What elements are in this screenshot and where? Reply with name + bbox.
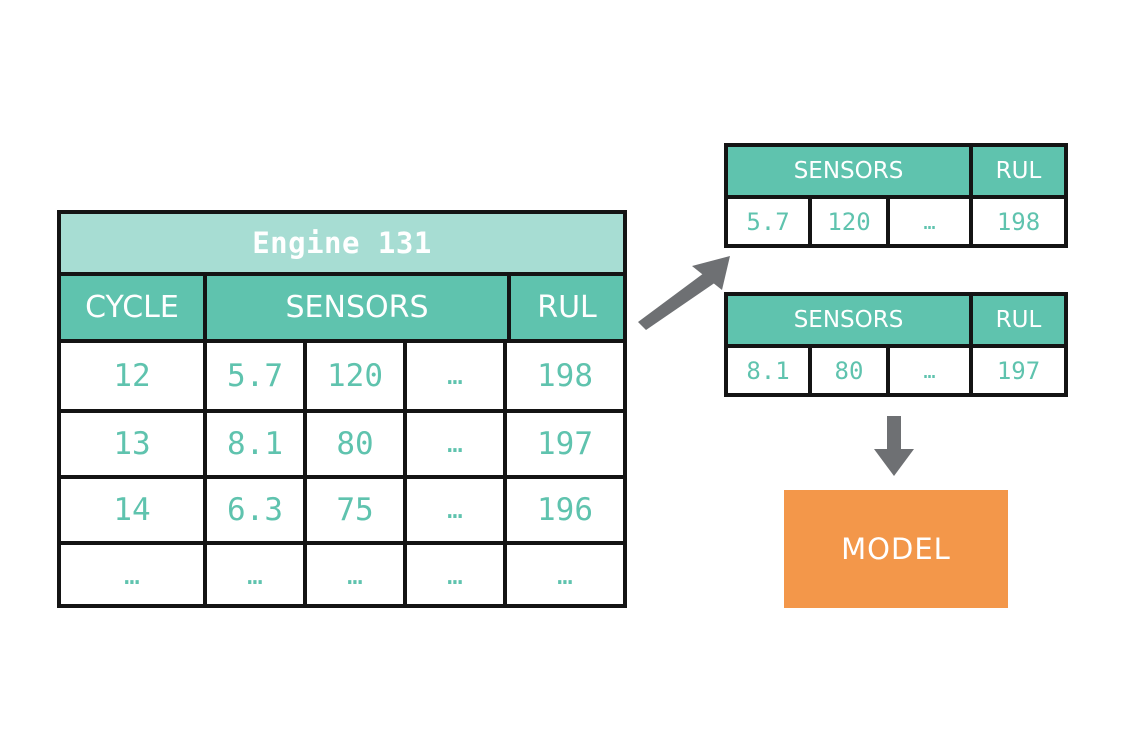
cell-rul: 198 <box>503 343 623 409</box>
cell-rul: 198 <box>969 199 1064 244</box>
cell-sensor-2: 75 <box>303 479 403 541</box>
cell-cycle: … <box>124 561 140 591</box>
cell-sensor-ellipsis: … <box>886 199 969 244</box>
cell-rul: 197 <box>503 413 623 475</box>
cell-sensor-2: 80 <box>303 413 403 475</box>
header-sensors-label: SENSORS <box>793 307 904 333</box>
header-cell-sensors: SENSORS <box>728 296 969 344</box>
table-row: 8.1 80 … 197 <box>728 348 1064 393</box>
table-row: 12 5.7 120 … 198 <box>61 343 623 409</box>
cell-sensor-1: 8.1 <box>203 413 303 475</box>
cell-rul: 196 <box>503 479 623 541</box>
model-box-label: MODEL <box>841 532 951 566</box>
header-cell-sensors: SENSORS <box>728 147 969 195</box>
cell-cycle: 13 <box>113 426 151 462</box>
cell-sensor-1: … <box>203 545 303 607</box>
header-cell-rul: RUL <box>969 147 1064 195</box>
model-box: MODEL <box>784 490 1008 608</box>
header-cell-cycle: CYCLE <box>61 276 203 339</box>
cell-sensor-1: 5.7 <box>746 207 790 236</box>
cell-sensor-ellipsis: … <box>403 545 503 607</box>
sample-table-1-header-row: SENSORS RUL <box>728 147 1064 199</box>
cell-sensor-ellipsis: … <box>403 413 503 475</box>
table-row: 14 6.3 75 … 196 <box>61 475 623 541</box>
header-cell-rul: RUL <box>507 276 623 339</box>
engine-table-title: Engine 131 <box>61 214 623 276</box>
header-rul-label: RUL <box>537 290 597 325</box>
arrow-down-icon <box>866 416 922 478</box>
cell-sensor-1: 6.3 <box>203 479 303 541</box>
engine-data-table: Engine 131 CYCLE SENSORS RUL 12 5.7 120 … <box>57 210 627 608</box>
header-rul-label: RUL <box>995 307 1042 333</box>
header-sensors-label: SENSORS <box>285 290 429 325</box>
sample-table-2: SENSORS RUL 8.1 80 … 197 <box>724 292 1068 397</box>
header-sensors-label: SENSORS <box>793 158 904 184</box>
engine-table-title-label: Engine 131 <box>252 226 432 260</box>
sample-table-2-header-row: SENSORS RUL <box>728 296 1064 348</box>
cell-sensor-1: 5.7 <box>203 343 303 409</box>
cell-rul: 197 <box>969 348 1064 393</box>
sample-table-1: SENSORS RUL 5.7 120 … 198 <box>724 143 1068 248</box>
table-row: 13 8.1 80 … 197 <box>61 409 623 475</box>
cell-sensor-ellipsis: … <box>403 479 503 541</box>
cell-sensor-1: 8.1 <box>746 356 790 385</box>
cell-cycle: 14 <box>113 492 151 528</box>
engine-table-body: 12 5.7 120 … 198 13 8.1 80 … 197 14 6.3 … <box>61 343 623 607</box>
table-row: … … … … … <box>61 541 623 607</box>
cell-sensor-2: 80 <box>808 348 886 393</box>
cell-cycle: 12 <box>113 358 151 394</box>
cell-rul: … <box>503 545 623 607</box>
cell-sensor-ellipsis: … <box>886 348 969 393</box>
header-cell-sensors: SENSORS <box>203 276 507 339</box>
table-row: 5.7 120 … 198 <box>728 199 1064 244</box>
cell-sensor-2: 120 <box>303 343 403 409</box>
cell-sensor-ellipsis: … <box>403 343 503 409</box>
arrow-up-right-icon <box>636 252 732 330</box>
header-rul-label: RUL <box>995 158 1042 184</box>
cell-sensor-2: 120 <box>808 199 886 244</box>
header-cell-rul: RUL <box>969 296 1064 344</box>
engine-table-header-row: CYCLE SENSORS RUL <box>61 276 623 343</box>
diagram-canvas: Engine 131 CYCLE SENSORS RUL 12 5.7 120 … <box>0 0 1126 751</box>
header-cycle-label: CYCLE <box>85 290 179 325</box>
cell-sensor-2: … <box>303 545 403 607</box>
